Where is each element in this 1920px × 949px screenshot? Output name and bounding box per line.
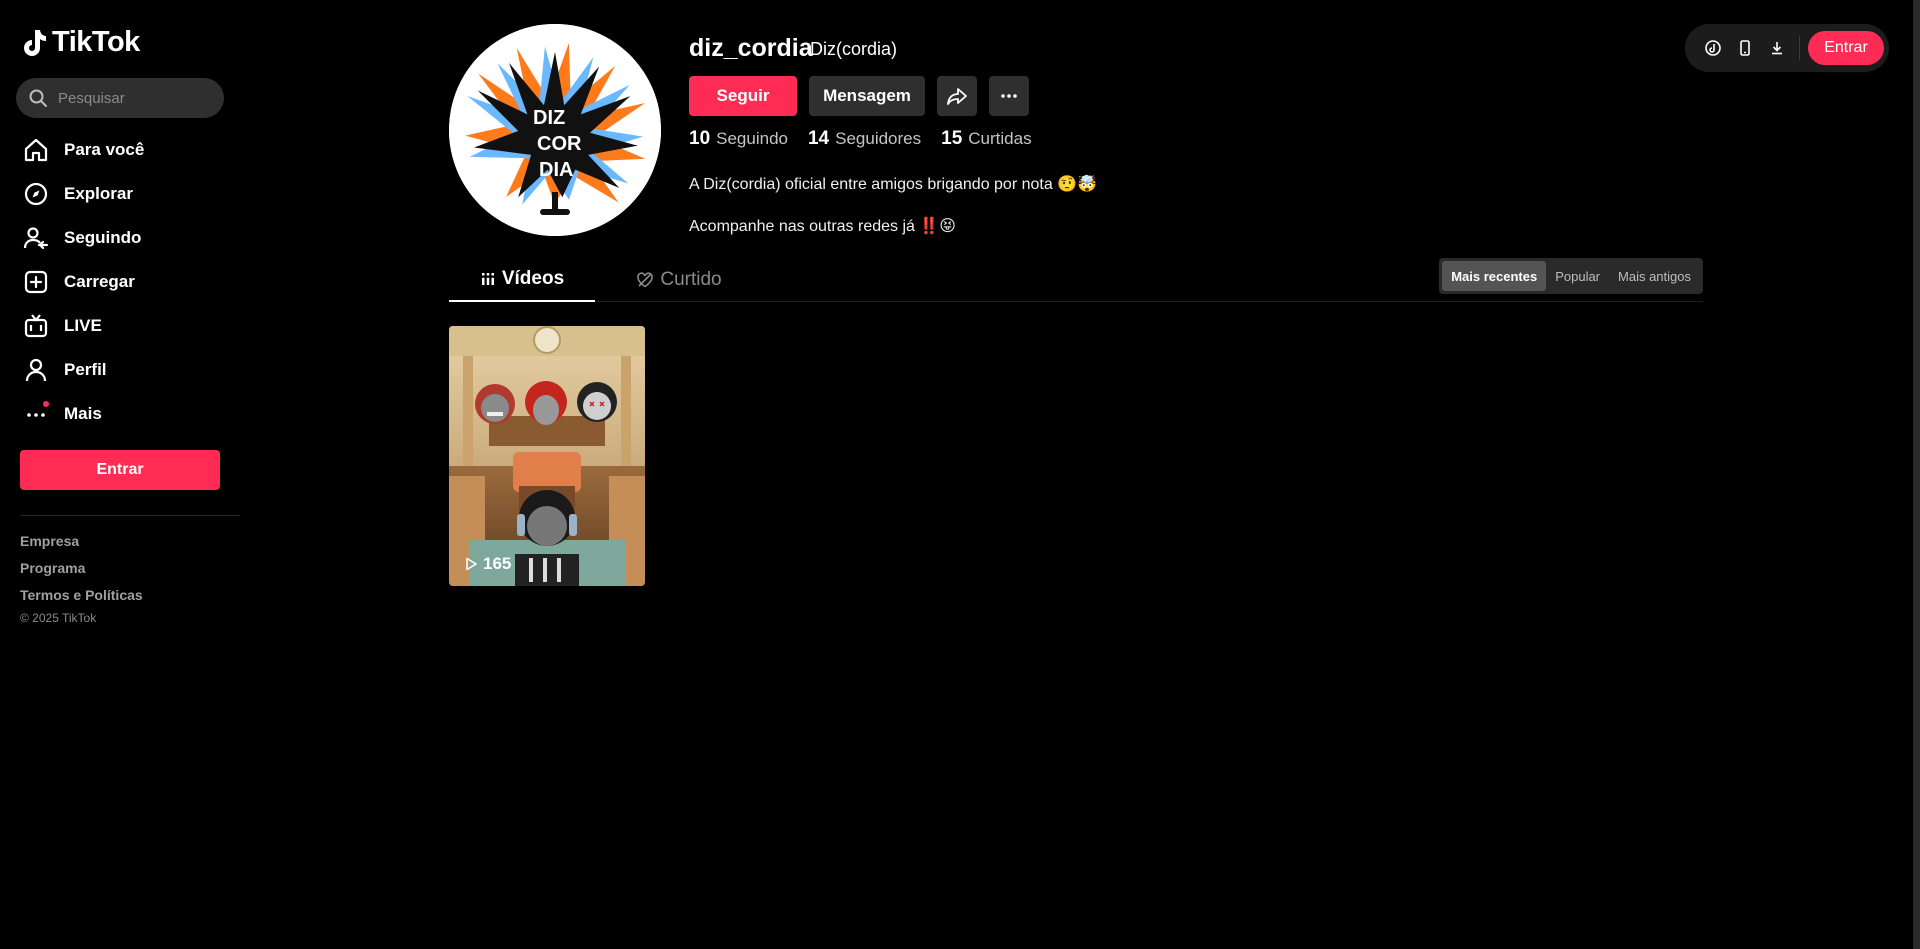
live-icon <box>20 310 52 342</box>
followers-label[interactable]: Seguidores <box>835 129 921 149</box>
footer-link-programa[interactable]: Programa <box>20 559 143 586</box>
logo-text: TikTok <box>52 26 140 58</box>
footer-link-empresa[interactable]: Empresa <box>20 532 143 559</box>
message-button[interactable]: Mensagem <box>809 76 925 116</box>
tab-label: Curtido <box>660 269 722 290</box>
compass-icon <box>20 178 52 210</box>
search-box[interactable] <box>16 78 224 118</box>
grid-icon <box>481 273 494 285</box>
sidebar-login-button[interactable]: Entrar <box>20 450 220 490</box>
sidebar-divider <box>20 515 240 516</box>
upload-icon <box>20 266 52 298</box>
share-button[interactable] <box>937 76 977 116</box>
nav-label: Perfil <box>64 360 107 379</box>
avatar-text-3: DIA <box>539 159 573 181</box>
bio-line: Acompanhe nas outras redes já ‼️😝 <box>689 218 956 235</box>
avatar-artwork: DIZ COR DIA <box>449 24 661 236</box>
profile-bio: A Diz(cordia) oficial entre amigos briga… <box>689 164 1097 248</box>
search-input[interactable] <box>58 89 208 107</box>
play-icon <box>466 557 477 571</box>
page-scrollbar[interactable] <box>1913 0 1920 949</box>
profile-tabs: Vídeos Curtido Mais recentes Popular Mai… <box>449 258 1703 302</box>
view-count-value: 165 <box>483 554 512 573</box>
nav-item-live[interactable]: LIVE <box>20 304 230 348</box>
nav-item-seguindo[interactable]: Seguindo <box>20 216 230 260</box>
profile-icon <box>20 354 52 386</box>
video-card[interactable]: 165 <box>449 326 645 586</box>
footer-links: Empresa Programa Termos e Políticas <box>20 532 143 613</box>
following-count: 10 <box>689 128 711 149</box>
nav-label: Para você <box>64 140 145 159</box>
main-nav: Para você Explorar Seguindo Carregar LIV… <box>20 128 230 436</box>
notification-dot <box>43 401 49 407</box>
share-icon <box>947 88 967 105</box>
avatar-text-1: DIZ <box>533 107 565 129</box>
tab-videos[interactable]: Vídeos <box>449 258 595 302</box>
follow-button[interactable]: Seguir <box>689 76 797 116</box>
tiktok-logo[interactable]: TikTok <box>22 26 140 59</box>
header-separator <box>1799 36 1800 60</box>
following-icon <box>20 222 52 254</box>
video-view-count: 165 <box>463 554 511 574</box>
likes-count: 15 <box>941 128 963 149</box>
nav-item-explorar[interactable]: Explorar <box>20 172 230 216</box>
download-icon[interactable] <box>1761 32 1793 64</box>
header-login-button[interactable]: Entrar <box>1808 31 1884 65</box>
home-icon <box>20 134 52 166</box>
nav-item-carregar[interactable]: Carregar <box>20 260 230 304</box>
coin-icon[interactable] <box>1697 32 1729 64</box>
bio-line: A Diz(cordia) oficial entre amigos briga… <box>689 176 1098 193</box>
header-actions: Entrar <box>1685 24 1889 72</box>
nav-label: Mais <box>64 404 102 423</box>
more-options-button[interactable] <box>989 76 1029 116</box>
nav-label: Carregar <box>64 272 135 291</box>
footer-link-termos[interactable]: Termos e Políticas <box>20 586 143 613</box>
video-thumbnail <box>449 326 645 586</box>
following-label[interactable]: Seguindo <box>716 129 788 149</box>
sort-option-oldest[interactable]: Mais antigos <box>1609 261 1700 291</box>
tiktok-note-icon <box>24 29 46 56</box>
nav-item-perfil[interactable]: Perfil <box>20 348 230 392</box>
sort-toggle: Mais recentes Popular Mais antigos <box>1439 258 1703 294</box>
nav-label: LIVE <box>64 316 102 335</box>
likes-label: Curtidas <box>968 129 1032 148</box>
avatar-text-2: COR <box>537 133 582 155</box>
profile-nickname: Diz(cordia) <box>810 39 898 59</box>
nav-label: Explorar <box>64 184 133 203</box>
mobile-app-icon[interactable] <box>1729 32 1761 64</box>
profile-actions: Seguir Mensagem <box>689 76 1029 116</box>
nav-item-mais[interactable]: Mais <box>20 392 230 436</box>
heart-hidden-icon <box>637 272 654 288</box>
tab-liked[interactable]: Curtido <box>609 258 749 302</box>
profile-stats: 10 Seguindo 14 Seguidores 15 Curtidas <box>689 128 1052 150</box>
ellipsis-icon <box>1001 94 1017 98</box>
sidebar: TikTok Para você Explorar Seguindo <box>0 0 240 949</box>
tab-label: Vídeos <box>501 268 565 289</box>
nav-label: Seguindo <box>64 228 142 247</box>
profile-avatar[interactable]: DIZ COR DIA <box>449 24 661 236</box>
sort-option-recent[interactable]: Mais recentes <box>1442 261 1547 291</box>
followers-count: 14 <box>807 128 830 149</box>
copyright: © 2025 TikTok <box>20 611 97 625</box>
sort-option-popular[interactable]: Popular <box>1546 261 1609 291</box>
profile-username: diz_cordia <box>689 34 813 62</box>
nav-item-para-voce[interactable]: Para você <box>20 128 230 172</box>
search-icon <box>29 89 47 107</box>
